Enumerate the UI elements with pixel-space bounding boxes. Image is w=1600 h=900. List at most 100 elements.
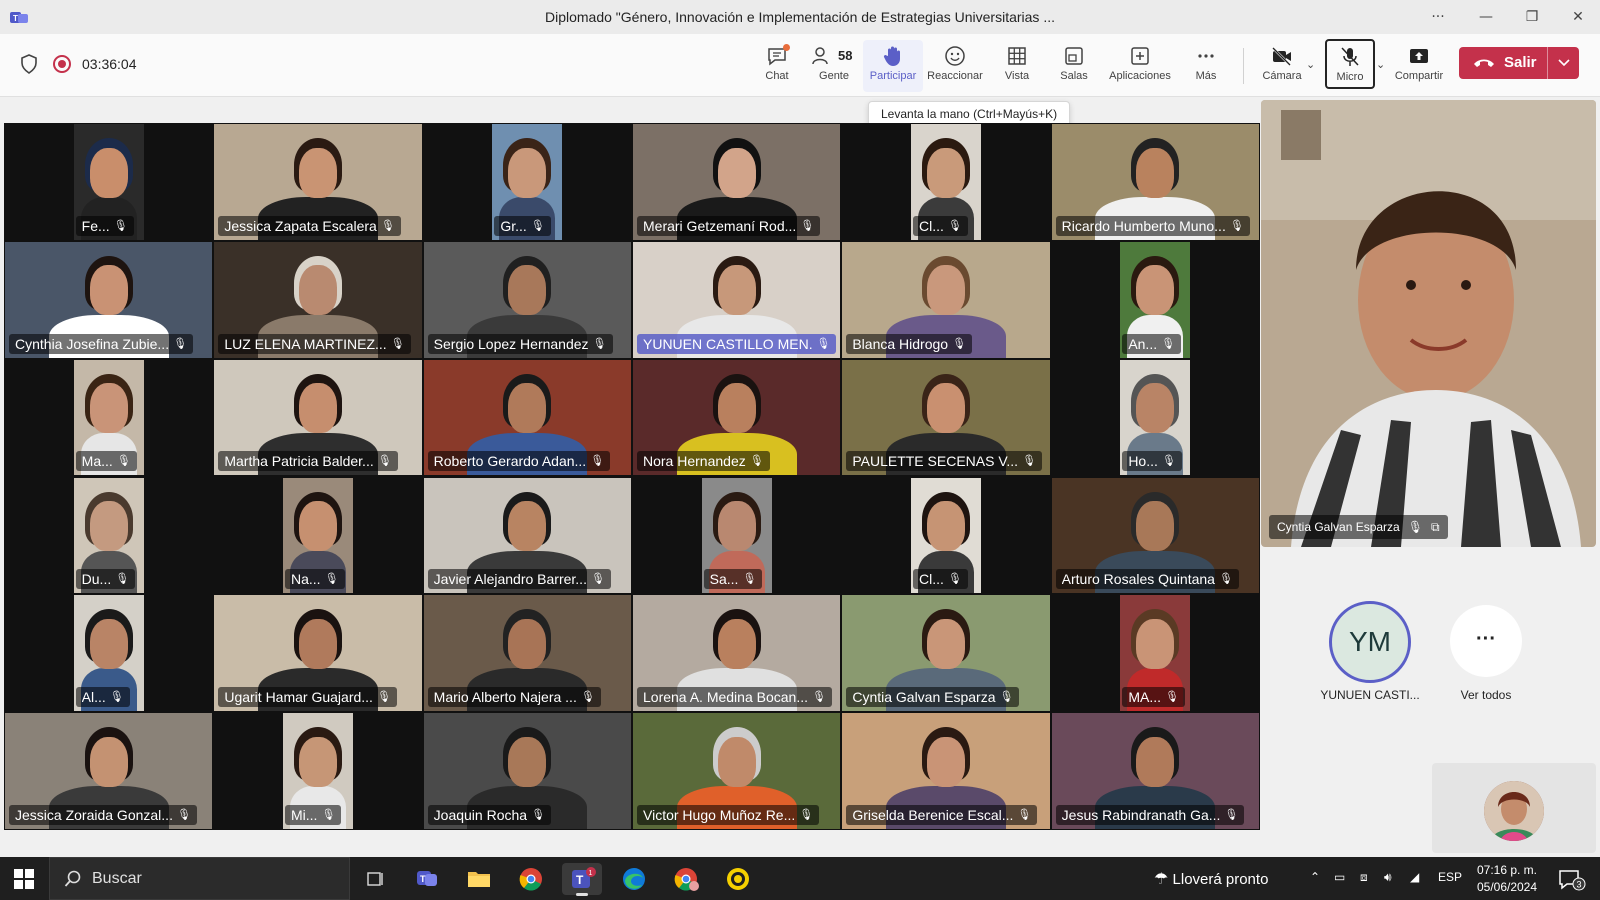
participant-tile[interactable]: Sergio Lopez Hernandez 🎙︎	[423, 241, 631, 358]
participant-tile[interactable]: Javier Alejandro Barrer... 🎙︎	[423, 477, 631, 594]
participant-tile[interactable]: Mi... 🎙︎	[214, 713, 422, 829]
participant-name: Ugarit Hamar Guajard...	[224, 689, 373, 706]
spotlight-video[interactable]: Cyntia Galvan Esparza 🎙︎ ⧉	[1261, 100, 1596, 547]
taskbar-search-input[interactable]: Buscar	[49, 857, 350, 900]
participant-tile[interactable]: MA... 🎙︎	[1051, 595, 1259, 712]
participant-face	[508, 736, 547, 787]
participant-tile[interactable]: Ricardo Humberto Muno... 🎙︎	[1051, 124, 1259, 240]
restore-button[interactable]: ❐	[1518, 6, 1546, 28]
participant-tile[interactable]: Ma... 🎙︎	[5, 359, 213, 476]
participant-tile[interactable]: Cynthia Josefina Zubie... 🎙︎	[5, 241, 213, 358]
participant-tile[interactable]: Mario Alberto Najera ... 🎙︎	[423, 595, 631, 712]
participant-tile[interactable]: Blanca Hidrogo 🎙︎	[842, 241, 1050, 358]
leave-options-chevron-icon[interactable]	[1557, 55, 1571, 71]
participant-tile[interactable]: Cl... 🎙︎	[842, 124, 1050, 240]
pin-icon[interactable]: ⧉	[1431, 515, 1440, 539]
apps-button[interactable]: Aplicaciones	[1102, 40, 1178, 92]
participant-tile[interactable]: Nora Hernandez 🎙︎	[633, 359, 841, 476]
view-button[interactable]: Vista	[987, 40, 1047, 92]
window-more-button[interactable]: ···	[1424, 6, 1452, 28]
toolbar-divider	[1243, 48, 1244, 84]
participant-tile[interactable]: Jessica Zoraida Gonzal... 🎙︎	[5, 713, 213, 829]
participant-tile[interactable]: An... 🎙︎	[1051, 241, 1259, 358]
camera-off-icon	[1272, 47, 1291, 66]
participant-tile[interactable]: Arturo Rosales Quintana 🎙︎	[1051, 477, 1259, 594]
participant-tile[interactable]: Al... 🎙︎	[5, 595, 213, 712]
tray-overflow-icon[interactable]: ⌃	[1310, 870, 1320, 884]
participant-face	[298, 618, 337, 669]
mic-off-icon: 🎙︎	[816, 336, 831, 350]
teams-chat-icon[interactable]: T	[407, 863, 447, 895]
participant-tile[interactable]: Cl... 🎙︎	[842, 477, 1050, 594]
leave-label: Salir	[1504, 54, 1537, 71]
camera-button[interactable]: Cámara	[1252, 40, 1312, 92]
taskbar-clock[interactable]: 07:16 p. m. 05/06/2024	[1472, 862, 1542, 896]
participant-tile[interactable]: Jesus Rabindranath Ga... 🎙︎	[1051, 713, 1259, 829]
participant-tile[interactable]: Ho... 🎙︎	[1051, 359, 1259, 476]
shield-icon[interactable]	[20, 54, 38, 74]
participant-tile[interactable]: Merari Getzemaní Rod... 🎙︎	[633, 124, 841, 240]
language-indicator[interactable]: ESP	[1438, 870, 1462, 884]
mic-off-icon: 🎙︎	[999, 690, 1014, 704]
participant-tile[interactable]: YUNUEN CASTILLO MEN... 🎙︎	[633, 241, 841, 358]
participant-tile[interactable]: Lorena A. Medina Bocan... 🎙︎	[633, 595, 841, 712]
teams-app-taskbar-icon[interactable]: T1	[562, 863, 602, 896]
volume-icon[interactable]: 🔊︎	[1384, 870, 1392, 885]
search-icon	[64, 870, 81, 887]
participant-name: Fe...	[81, 217, 110, 234]
see-all-button[interactable]: ···	[1450, 605, 1522, 677]
camera-options-chevron-icon[interactable]: ⌄	[1306, 58, 1315, 71]
participant-face	[89, 383, 128, 434]
participant-tile[interactable]: Du... 🎙︎	[5, 477, 213, 594]
see-all-label[interactable]: Ver todos	[1426, 688, 1546, 702]
notification-center-icon[interactable]: 3	[1558, 869, 1586, 896]
participant-face	[89, 501, 128, 552]
people-button[interactable]: 58 Gente	[804, 40, 864, 92]
chrome-profile-icon[interactable]	[666, 863, 706, 895]
participant-name: Nora Hernandez	[643, 453, 746, 470]
assistant-app-icon[interactable]	[718, 863, 758, 895]
participant-tile[interactable]: LUZ ELENA MARTINEZ... 🎙︎	[214, 241, 422, 358]
participant-tile[interactable]: Gr... 🎙︎	[423, 124, 631, 240]
participant-tile[interactable]: Ugarit Hamar Guajard... 🎙︎	[214, 595, 422, 712]
participant-tile[interactable]: Cyntia Galvan Esparza 🎙︎	[842, 595, 1050, 712]
participant-tile[interactable]: Griselda Berenice Escal... 🎙︎	[842, 713, 1050, 829]
participant-name: Na...	[290, 571, 321, 588]
participant-tile[interactable]: Roberto Gerardo Adan... 🎙︎	[423, 359, 631, 476]
more-button[interactable]: Más	[1176, 40, 1236, 92]
chat-button[interactable]: Chat	[747, 40, 807, 92]
self-view[interactable]	[1432, 763, 1596, 853]
weather-widget[interactable]: ☂ Lloverá pronto	[1154, 869, 1268, 888]
participant-tile[interactable]: Na... 🎙︎	[214, 477, 422, 594]
participant-tile[interactable]: Sa... 🎙︎	[633, 477, 841, 594]
participant-name: Javier Alejandro Barrer...	[433, 571, 587, 588]
file-explorer-icon[interactable]	[459, 863, 499, 895]
share-button[interactable]: Compartir	[1389, 40, 1449, 92]
raise-hand-button[interactable]: Participar	[863, 40, 923, 92]
leave-button[interactable]: Salir	[1459, 47, 1579, 79]
mic-off-icon: 🎙︎	[1224, 807, 1239, 821]
participant-face	[1136, 618, 1175, 669]
mic-button[interactable]: Micro	[1325, 39, 1375, 89]
close-button[interactable]: ✕	[1564, 6, 1592, 28]
participant-tile[interactable]: PAULETTE SECENAS V... 🎙︎	[842, 359, 1050, 476]
minimize-button[interactable]: —	[1472, 6, 1500, 28]
chrome-icon[interactable]	[511, 863, 551, 895]
participant-tile[interactable]: Joaquin Rocha 🎙︎	[423, 713, 631, 829]
rooms-button[interactable]: Salas	[1044, 40, 1104, 92]
participant-tile[interactable]: Fe... 🎙︎	[5, 124, 213, 240]
participant-tile[interactable]: Martha Patricia Balder... 🎙︎	[214, 359, 422, 476]
device-icon[interactable]: ⧈	[1360, 870, 1368, 885]
avatar[interactable]: YM	[1329, 601, 1411, 683]
battery-icon[interactable]: ▭	[1334, 870, 1345, 884]
mic-options-chevron-icon[interactable]: ⌄	[1376, 58, 1385, 71]
participant-name: Mario Alberto Najera ...	[433, 689, 577, 706]
edge-icon[interactable]	[614, 863, 654, 895]
windows-start-icon[interactable]	[14, 869, 34, 889]
wifi-icon[interactable]: ◢	[1410, 870, 1419, 884]
react-label: Reaccionar	[927, 70, 983, 82]
react-button[interactable]: Reaccionar	[925, 40, 985, 92]
task-view-icon[interactable]	[355, 863, 395, 895]
participant-tile[interactable]: Victor Hugo Muñoz Re... 🎙︎	[633, 713, 841, 829]
participant-tile[interactable]: Jessica Zapata Escalera 🎙︎	[214, 124, 422, 240]
